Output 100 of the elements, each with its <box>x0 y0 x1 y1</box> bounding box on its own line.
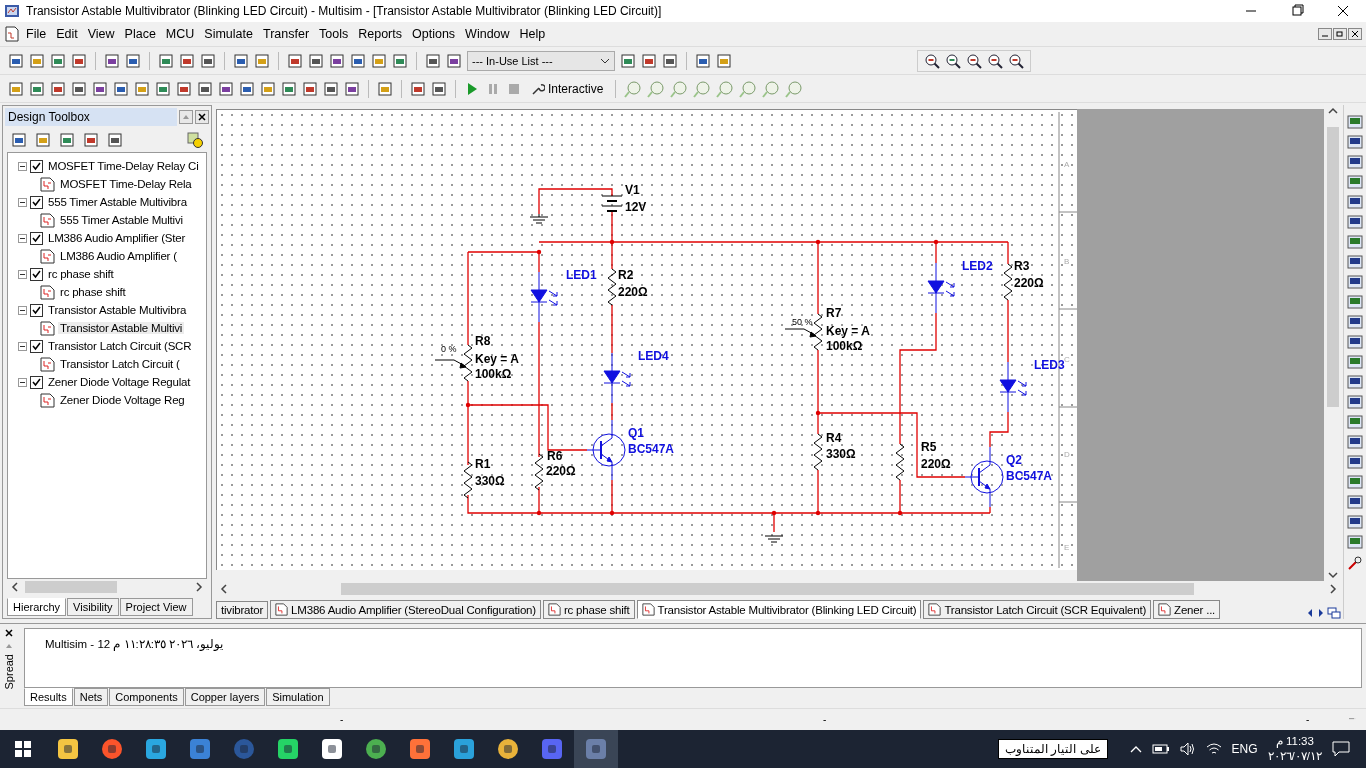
instrument-icon[interactable] <box>1347 275 1363 289</box>
scrollbar-thumb[interactable] <box>1326 127 1339 408</box>
instrument-icon[interactable] <box>1347 515 1363 529</box>
menu-item[interactable]: Window <box>460 27 515 41</box>
interactive-button[interactable]: Interactive <box>527 81 608 96</box>
panel-tab[interactable]: Visibility <box>67 598 119 616</box>
checkbox[interactable] <box>30 339 43 353</box>
menu-item[interactable]: Transfer <box>257 27 315 41</box>
instrument-icon[interactable] <box>1347 435 1363 449</box>
close-icon[interactable] <box>195 110 209 124</box>
document-icon[interactable] <box>3 25 21 43</box>
speaker-icon[interactable] <box>1179 742 1196 756</box>
tree-item[interactable]: 555 Timer Astable Multivi <box>58 214 185 226</box>
collapse-icon[interactable] <box>18 233 27 243</box>
collapse-icon[interactable] <box>18 161 27 171</box>
wifi-icon[interactable] <box>1205 742 1222 756</box>
instrument-icon[interactable] <box>1347 195 1363 209</box>
instrument-icon[interactable] <box>1347 215 1363 229</box>
panel-tab[interactable]: Components <box>109 688 184 706</box>
collapse-icon[interactable] <box>18 269 27 279</box>
battery-icon[interactable] <box>1151 744 1170 754</box>
menu-item[interactable]: Edit <box>51 27 83 41</box>
collapse-icon[interactable] <box>18 377 27 387</box>
collapse-icon[interactable] <box>18 305 27 315</box>
menu-item[interactable]: Options <box>407 27 461 41</box>
sheet-tab[interactable]: tivibrator <box>216 601 269 619</box>
panel-tab[interactable]: Nets <box>73 688 109 706</box>
restore-icon[interactable] <box>1333 28 1347 40</box>
zoom-in-icon[interactable] <box>924 52 940 69</box>
instrument-icon[interactable] <box>1347 135 1363 149</box>
instrument-icon[interactable] <box>1347 295 1363 309</box>
tree-item[interactable]: 555 Timer Astable Multivibra <box>46 196 189 208</box>
menu-item[interactable]: File <box>21 27 52 41</box>
tree-item[interactable]: Transistor Latch Circuit (SCR <box>46 340 194 352</box>
scroll-left-icon[interactable] <box>9 581 21 593</box>
instrument-icon[interactable] <box>1347 395 1363 409</box>
menu-item[interactable]: Place <box>119 27 161 41</box>
checkbox[interactable] <box>30 375 43 389</box>
menu-item[interactable]: Reports <box>353 27 407 41</box>
panel-tab[interactable]: Hierarchy <box>7 598 67 616</box>
scroll-right-icon[interactable] <box>1316 607 1326 619</box>
tree-item[interactable]: MOSFET Time-Delay Relay Ci <box>46 160 201 172</box>
sheet-tab[interactable]: Transistor Astable Multivibrator (Blinking LED Circuit) <box>636 600 922 619</box>
windows-list-icon[interactable] <box>1327 607 1341 619</box>
tree-item[interactable]: LM386 Audio Amplifier ( <box>58 250 179 262</box>
scroll-down-icon[interactable] <box>1326 569 1339 581</box>
checkbox[interactable] <box>30 159 43 173</box>
checkbox[interactable] <box>30 303 43 317</box>
instrument-icon[interactable] <box>1347 155 1363 169</box>
zoom-fit-icon[interactable] <box>987 52 1003 69</box>
full-screen-icon[interactable] <box>1008 52 1024 69</box>
tree-item[interactable]: Transistor Astable Multivibra <box>46 304 189 316</box>
tree-item[interactable]: rc phase shift <box>46 268 116 280</box>
scrollbar-thumb[interactable] <box>341 583 1194 595</box>
instrument-icon[interactable] <box>1347 355 1363 369</box>
instrument-icon[interactable] <box>1347 455 1363 469</box>
menu-item[interactable]: View <box>82 27 120 41</box>
tree-item[interactable]: Zener Diode Voltage Reg <box>58 394 187 406</box>
instrument-icon[interactable] <box>1347 315 1363 329</box>
clock[interactable]: 11:33 م ٢٠٢٦/٠٧/١٢ <box>1267 734 1322 764</box>
instrument-icon[interactable] <box>1347 175 1363 189</box>
clock-icon[interactable] <box>187 132 203 148</box>
zoom-area-icon[interactable] <box>966 52 982 69</box>
tree-item[interactable]: MOSFET Time-Delay Rela <box>58 178 194 190</box>
instrument-icon[interactable] <box>1347 475 1363 489</box>
menu-item[interactable]: Simulate <box>199 27 258 41</box>
scroll-left-icon[interactable] <box>218 583 230 595</box>
in-use-list-dropdown[interactable]: --- In-Use List --- <box>467 50 615 71</box>
windows-start-icon[interactable] <box>14 740 32 758</box>
close-icon[interactable] <box>1348 28 1362 40</box>
chevron-up-icon[interactable] <box>1129 745 1142 753</box>
checkbox[interactable] <box>30 231 43 245</box>
notification-icon[interactable] <box>1332 741 1350 757</box>
tree-item[interactable]: LM386 Audio Amplifier (Ster <box>46 232 188 244</box>
tree-item[interactable]: rc phase shift <box>58 286 128 298</box>
panel-tab[interactable]: Results <box>24 688 73 706</box>
close-icon[interactable] <box>4 628 14 638</box>
collapse-icon[interactable] <box>18 197 27 207</box>
scroll-right-icon[interactable] <box>193 581 205 593</box>
collapse-icon[interactable] <box>18 341 27 351</box>
instrument-icon[interactable] <box>1347 115 1363 129</box>
instrument-icon[interactable] <box>1347 335 1363 349</box>
panel-tab[interactable]: Simulation <box>266 688 330 706</box>
instrument-icon[interactable] <box>1347 375 1363 389</box>
minimize-icon[interactable] <box>1318 28 1332 40</box>
sheet-tab[interactable]: LM386 Audio Amplifier (StereoDual Configuration) <box>270 600 541 619</box>
zoom-out-icon[interactable] <box>945 52 961 69</box>
menu-item[interactable]: MCU <box>160 27 200 41</box>
sheet-tab[interactable]: rc phase shift <box>542 600 635 619</box>
language-indicator[interactable]: ENG <box>1231 742 1258 756</box>
instrument-icon[interactable] <box>1347 495 1363 509</box>
tree-item[interactable]: Transistor Astable Multivi <box>58 322 185 334</box>
checkbox[interactable] <box>30 195 43 209</box>
panel-tab[interactable]: Project View <box>119 598 193 616</box>
instrument-icon[interactable] <box>1347 535 1363 549</box>
checkbox[interactable] <box>30 267 43 281</box>
panel-tab[interactable]: Copper layers <box>184 688 266 706</box>
tree-item[interactable]: Transistor Latch Circuit ( <box>58 358 182 370</box>
menu-item[interactable]: Tools <box>314 27 354 41</box>
scroll-right-icon[interactable] <box>1327 583 1339 595</box>
